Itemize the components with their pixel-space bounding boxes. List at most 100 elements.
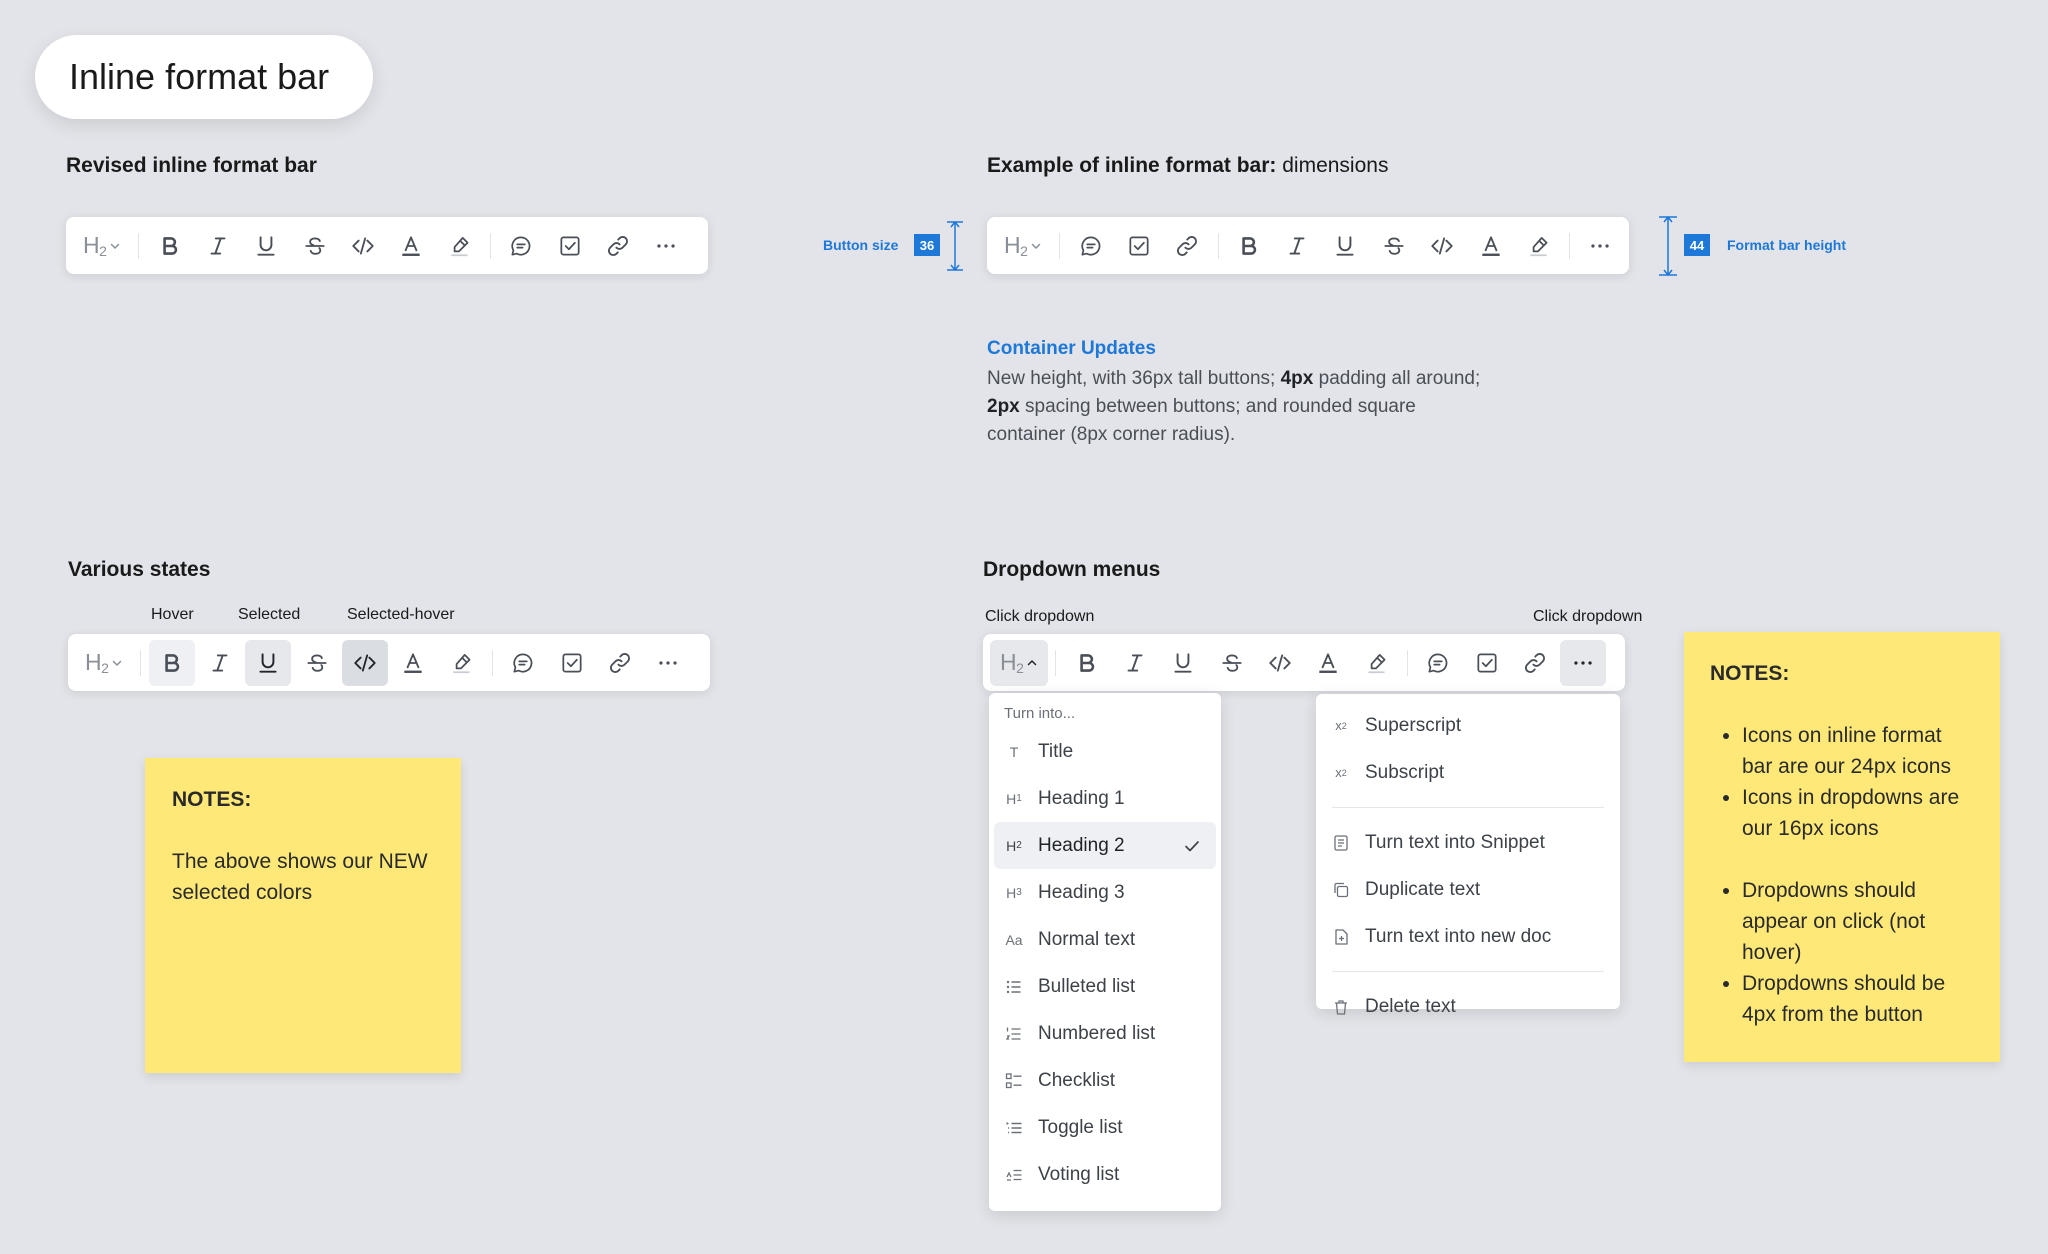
menu-item-duplicate-text[interactable]: Duplicate text xyxy=(1316,866,1620,913)
menu-item-numbered-list[interactable]: Numbered list xyxy=(989,1010,1221,1057)
section-title-revised: Revised inline format bar xyxy=(66,154,317,177)
italic-button[interactable] xyxy=(1274,223,1320,269)
section-title-states: Various states xyxy=(68,558,211,581)
menu-item-turn-into-new-doc[interactable]: Turn text into new doc xyxy=(1316,913,1620,960)
state-label-selected: Selected xyxy=(238,606,301,623)
comment-button[interactable] xyxy=(1415,640,1461,686)
new-doc-icon xyxy=(1331,927,1351,947)
highlight-button[interactable] xyxy=(437,223,483,269)
more-horizontal-icon xyxy=(1570,650,1596,676)
bold-button[interactable] xyxy=(1226,223,1272,269)
state-label-hover: Hover xyxy=(151,606,194,623)
divider xyxy=(138,232,140,259)
menu-item-turn-into-snippet[interactable]: Turn text into Snippet xyxy=(1316,819,1620,866)
code-button[interactable] xyxy=(1419,223,1465,269)
checklist-button[interactable] xyxy=(1116,223,1162,269)
container-updates-title: Container Updates xyxy=(987,338,1156,359)
bar-height-label: Format bar height xyxy=(1727,237,1847,253)
highlight-button[interactable] xyxy=(1516,223,1562,269)
checklist-icon xyxy=(1004,1071,1024,1091)
divider xyxy=(492,649,493,676)
menu-item-heading-3[interactable]: H 3 Heading 3 xyxy=(989,869,1221,916)
italic-button[interactable] xyxy=(197,640,243,686)
menu-item-title[interactable]: T Title xyxy=(989,728,1221,775)
link-button[interactable] xyxy=(597,640,643,686)
underline-button-selected[interactable] xyxy=(245,639,292,686)
sticky-note-body: The above shows our NEW selected colors xyxy=(172,850,428,904)
menu-item-voting-list[interactable]: Voting list xyxy=(989,1151,1221,1198)
highlighter-icon xyxy=(1526,233,1552,259)
more-button[interactable] xyxy=(643,223,689,269)
dropdown-label-right: Click dropdown xyxy=(1533,608,1643,625)
sticky-note-list: Icons on inline format bar are our 24px … xyxy=(1710,720,1974,1030)
format-bar-dropdowns: H2 xyxy=(983,634,1625,691)
voting-list-icon xyxy=(1004,1165,1024,1185)
heading-dropdown-button[interactable]: H2 xyxy=(75,640,133,686)
highlight-button[interactable] xyxy=(439,640,485,686)
checklist-button[interactable] xyxy=(549,640,595,686)
link-button[interactable] xyxy=(595,223,641,269)
heading-dropdown-button[interactable]: H2 xyxy=(73,223,131,269)
comment-button[interactable] xyxy=(498,223,544,269)
strikethrough-button[interactable] xyxy=(1209,640,1255,686)
underline-button[interactable] xyxy=(1322,223,1368,269)
chevron-up-icon xyxy=(1026,657,1038,669)
strikethrough-icon xyxy=(302,233,328,259)
italic-button[interactable] xyxy=(1112,640,1158,686)
menu-item-checklist[interactable]: Checklist xyxy=(989,1057,1221,1104)
checklist-button[interactable] xyxy=(1464,640,1510,686)
menu-item-normal-text[interactable]: Aa Normal text xyxy=(989,916,1221,963)
comment-button[interactable] xyxy=(1068,223,1114,269)
link-button[interactable] xyxy=(1512,640,1558,686)
italic-icon xyxy=(205,233,231,259)
code-icon xyxy=(1429,233,1455,259)
menu-item-bulleted-list[interactable]: Bulleted list xyxy=(989,963,1221,1010)
checkbox-icon xyxy=(1126,233,1152,259)
text-color-icon xyxy=(1315,650,1341,676)
snippet-icon xyxy=(1331,833,1351,853)
highlight-button[interactable] xyxy=(1354,640,1400,686)
more-button[interactable] xyxy=(645,640,691,686)
link-icon xyxy=(605,233,631,259)
bold-icon xyxy=(1236,233,1262,259)
more-button-open[interactable] xyxy=(1560,639,1607,686)
heading-1-icon: H1 xyxy=(1006,790,1022,807)
checklist-button[interactable] xyxy=(547,223,593,269)
text-color-button[interactable] xyxy=(1305,640,1351,686)
heading-level-indicator: H2 xyxy=(82,232,107,259)
heading-dropdown-button-open[interactable]: H2 xyxy=(990,639,1049,686)
italic-icon xyxy=(1284,233,1310,259)
strikethrough-button[interactable] xyxy=(294,640,340,686)
comment-icon xyxy=(1078,233,1104,259)
menu-item-subscript[interactable]: x 2 Subscript xyxy=(1316,749,1620,796)
code-button[interactable] xyxy=(340,223,386,269)
format-bar-states: H2 xyxy=(68,634,710,691)
bold-button[interactable] xyxy=(1064,640,1110,686)
italic-button[interactable] xyxy=(195,223,241,269)
menu-item-delete-text[interactable]: Delete text xyxy=(1316,983,1620,1030)
underline-button[interactable] xyxy=(243,223,289,269)
text-color-button[interactable] xyxy=(388,223,434,269)
menu-item-heading-1[interactable]: H 1 Heading 1 xyxy=(989,775,1221,822)
strikethrough-button[interactable] xyxy=(1371,223,1417,269)
text-color-button[interactable] xyxy=(1468,223,1514,269)
more-button[interactable] xyxy=(1577,223,1623,269)
note-item: Icons in dropdowns are our 16px icons xyxy=(1742,782,1974,844)
bar-height-dimension-line xyxy=(1659,216,1677,276)
strikethrough-icon xyxy=(304,650,330,676)
bold-button-hover[interactable] xyxy=(148,639,195,686)
menu-item-toggle-list[interactable]: Toggle list xyxy=(989,1104,1221,1151)
text-color-button[interactable] xyxy=(390,640,436,686)
strikethrough-button[interactable] xyxy=(292,223,338,269)
code-button[interactable] xyxy=(1257,640,1303,686)
underline-button[interactable] xyxy=(1160,640,1206,686)
menu-item-heading-2[interactable]: H 2 Heading 2 xyxy=(994,822,1216,869)
highlighter-icon xyxy=(1364,650,1390,676)
section-title-example: Example of inline format bar: dimensions xyxy=(987,154,1389,177)
link-button[interactable] xyxy=(1164,223,1210,269)
bold-button[interactable] xyxy=(147,223,193,269)
code-button-selected-hover[interactable] xyxy=(342,639,389,686)
menu-item-superscript[interactable]: x 2 Superscript xyxy=(1316,702,1620,749)
heading-dropdown-button[interactable]: H2 xyxy=(994,223,1052,269)
comment-button[interactable] xyxy=(500,640,546,686)
